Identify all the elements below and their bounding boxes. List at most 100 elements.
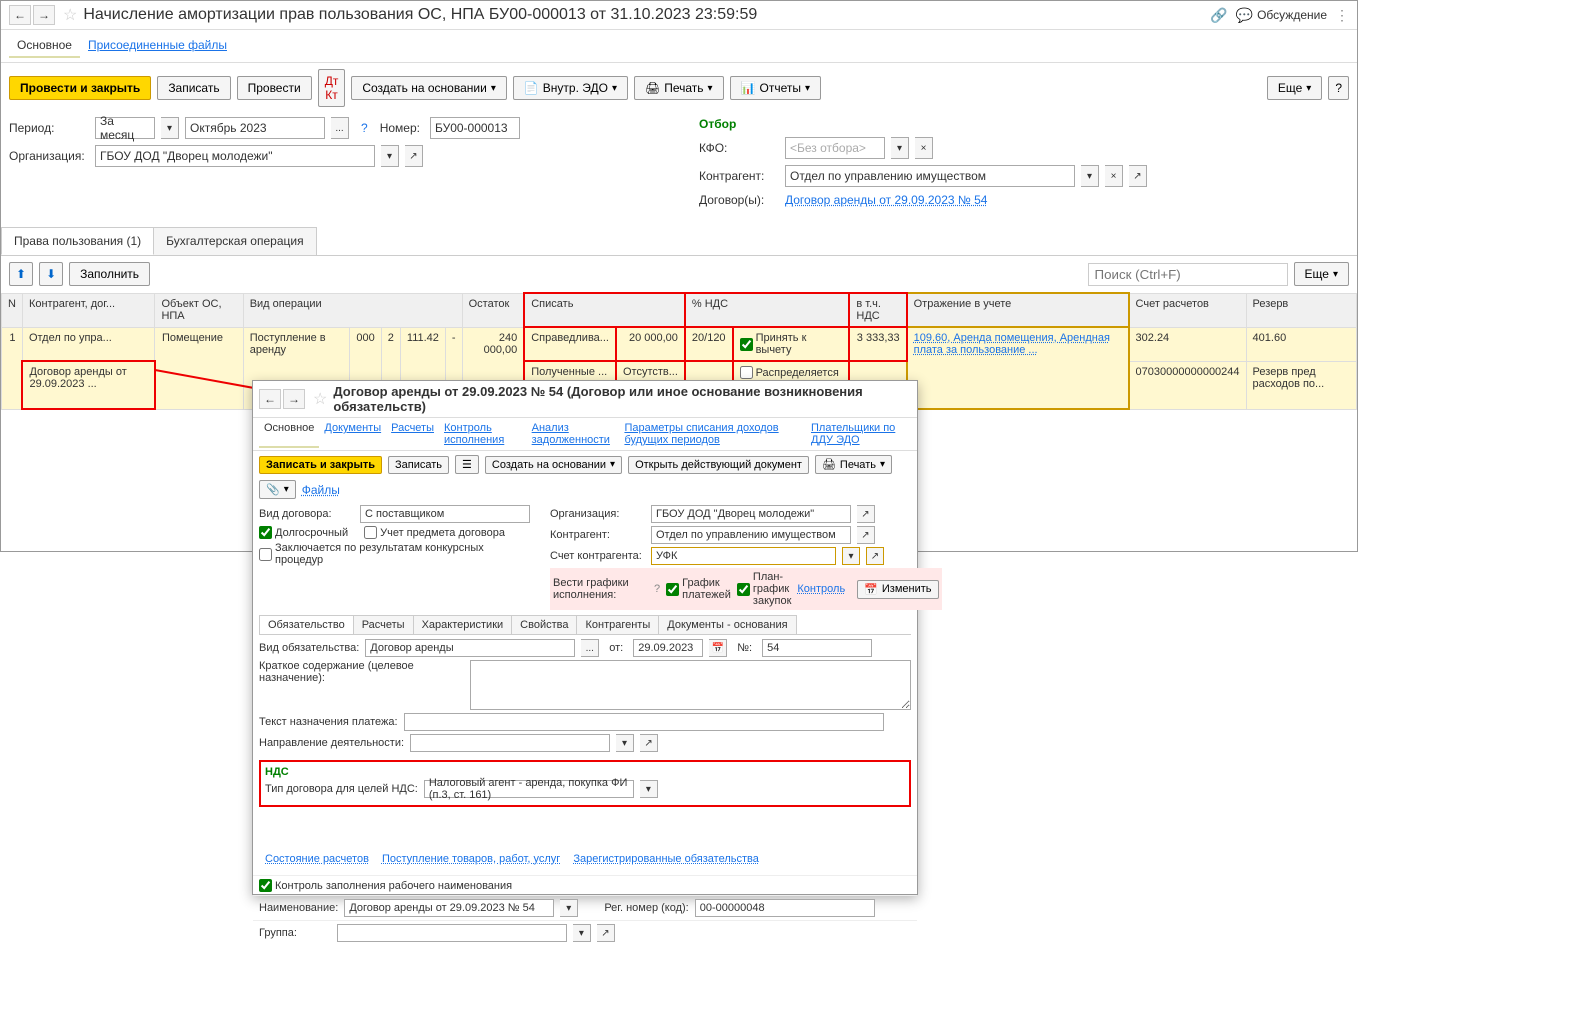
sub-tab-2[interactable]: Расчеты: [386, 420, 439, 448]
sub-print-button[interactable]: 🖨 Печать: [815, 455, 892, 474]
discussion-label[interactable]: Обсуждение: [1257, 8, 1327, 22]
name-dd[interactable]: ▾: [560, 899, 578, 917]
link-receipts[interactable]: Поступление товаров, работ, услуг: [382, 853, 560, 865]
name-control-checkbox[interactable]: [259, 879, 272, 892]
short-desc-textarea[interactable]: [470, 660, 911, 710]
sub-tab-0[interactable]: Основное: [259, 420, 319, 448]
nds-type-dd[interactable]: ▾: [640, 780, 658, 798]
sub-account-input[interactable]: УФК: [651, 547, 836, 565]
sub-tab-1[interactable]: Документы: [319, 420, 386, 448]
from-date-cal-icon[interactable]: 📅: [709, 639, 727, 657]
contractor-clear[interactable]: ×: [1105, 165, 1123, 187]
sub-attach-button[interactable]: 📎: [259, 480, 296, 499]
sub-tab-6[interactable]: Плательщики по ДДУ ЭДО: [806, 420, 911, 448]
post-button[interactable]: Провести: [237, 76, 312, 100]
fill-button[interactable]: Заполнить: [69, 262, 150, 286]
obligation-type-input[interactable]: Договор аренды: [365, 639, 575, 657]
nds-type-input[interactable]: Налоговый агент - аренда, покупка ФИ (п.…: [424, 780, 634, 798]
control-link[interactable]: Контроль: [797, 583, 845, 595]
reports-button[interactable]: 📊 Отчеты: [730, 76, 821, 100]
post-close-button[interactable]: Провести и закрыть: [9, 76, 151, 100]
org-open[interactable]: ↗: [405, 145, 423, 167]
sub-star-icon[interactable]: ☆: [313, 389, 327, 409]
inner-tab-1[interactable]: Расчеты: [353, 615, 414, 634]
distribute-checkbox[interactable]: [740, 366, 753, 379]
col-n[interactable]: N: [2, 293, 23, 327]
link-settlements[interactable]: Состояние расчетов: [265, 853, 369, 865]
cell-accounting[interactable]: 109.60, Аренда помещения, Арендная плата…: [907, 327, 1129, 409]
longterm-checkbox[interactable]: [259, 526, 272, 539]
print-button[interactable]: 🖨 Печать: [634, 76, 724, 100]
period-type-select[interactable]: За месяц: [95, 117, 155, 139]
inner-tab-3[interactable]: Свойства: [511, 615, 577, 634]
period-help-icon[interactable]: ?: [361, 121, 368, 135]
kfo-input[interactable]: <Без отбора>: [785, 137, 885, 159]
table-search-input[interactable]: [1088, 263, 1288, 286]
inner-tab-5[interactable]: Документы - основания: [658, 615, 796, 634]
reg-input[interactable]: 00-00000048: [695, 899, 875, 917]
sub-tab-3[interactable]: Контроль исполнения: [439, 420, 527, 448]
period-type-dd[interactable]: ▾: [161, 117, 179, 139]
inner-tab-4[interactable]: Контрагенты: [576, 615, 659, 634]
name-input[interactable]: Договор аренды от 29.09.2023 № 54: [344, 899, 554, 917]
obligation-type-dd[interactable]: ...: [581, 639, 599, 657]
sub-account-open[interactable]: ↗: [866, 547, 884, 565]
nav-forward-button[interactable]: →: [33, 5, 55, 25]
col-reserve[interactable]: Резерв: [1246, 293, 1356, 327]
dtkt-icon-button[interactable]: ДтКт: [318, 69, 346, 107]
col-incl-vat[interactable]: в т.ч. НДС: [849, 293, 906, 327]
tab-accounting[interactable]: Бухгалтерская операция: [153, 227, 316, 255]
move-up-button[interactable]: ⬆: [9, 262, 33, 286]
period-value-dd[interactable]: ...: [331, 117, 349, 139]
sub-nav-forward[interactable]: →: [283, 389, 305, 409]
favorite-star-icon[interactable]: ☆: [63, 5, 77, 25]
payment-text-input[interactable]: [404, 713, 884, 731]
number-input[interactable]: БУ00-000013: [430, 117, 520, 139]
move-down-button[interactable]: ⬇: [39, 262, 63, 286]
group-dd[interactable]: ▾: [573, 924, 591, 942]
sub-list-icon-button[interactable]: ☰: [455, 455, 479, 474]
sub-tab-5[interactable]: Параметры списания доходов будущих перио…: [619, 420, 806, 448]
sub-files-link[interactable]: Файлы: [302, 483, 340, 497]
sub-org-input[interactable]: ГБОУ ДОД "Дворец молодежи": [651, 505, 851, 523]
table-more-button[interactable]: Еще: [1294, 262, 1349, 286]
inner-tab-0[interactable]: Обязательство: [259, 615, 354, 634]
deduct-checkbox[interactable]: [740, 338, 753, 351]
col-balance[interactable]: Остаток: [462, 293, 524, 327]
col-accounting[interactable]: Отражение в учете: [907, 293, 1129, 327]
competitive-checkbox[interactable]: [259, 548, 272, 561]
sub-contractor-open[interactable]: ↗: [857, 526, 875, 544]
table-row[interactable]: 1 Отдел по упра... Помещение Поступление…: [2, 327, 1357, 361]
kfo-dd[interactable]: ▾: [891, 137, 909, 159]
contractor-input[interactable]: Отдел по управлению имуществом: [785, 165, 1075, 187]
sub-save-close-button[interactable]: Записать и закрыть: [259, 456, 382, 474]
link-icon[interactable]: 🔗: [1210, 7, 1227, 24]
col-writeoff[interactable]: Списать: [524, 293, 685, 327]
activity-dd[interactable]: ▾: [616, 734, 634, 752]
save-button[interactable]: Записать: [157, 76, 230, 100]
discussion-icon[interactable]: 💬: [1236, 7, 1253, 24]
inner-tab-2[interactable]: Характеристики: [413, 615, 513, 634]
schedules-help-icon[interactable]: ?: [654, 583, 660, 595]
link-obligations[interactable]: Зарегистрированные обязательства: [573, 853, 759, 865]
activity-open[interactable]: ↗: [640, 734, 658, 752]
help-button[interactable]: ?: [1328, 76, 1349, 100]
tab-files[interactable]: Присоединенные файлы: [80, 34, 235, 58]
sub-org-open[interactable]: ↗: [857, 505, 875, 523]
from-date-input[interactable]: 29.09.2023: [633, 639, 703, 657]
purchase-plan-checkbox[interactable]: [737, 583, 750, 596]
cell-wo1-chk[interactable]: Принять к вычету: [733, 327, 850, 361]
num-input[interactable]: 54: [762, 639, 872, 657]
create-based-button[interactable]: Создать на основании: [351, 76, 507, 100]
change-button[interactable]: 📅 Изменить: [857, 580, 938, 599]
more-button[interactable]: Еще: [1267, 76, 1322, 100]
sub-nav-back[interactable]: ←: [259, 389, 281, 409]
tab-rights[interactable]: Права пользования (1): [1, 227, 154, 255]
subject-checkbox[interactable]: [364, 526, 377, 539]
contractor-dd[interactable]: ▾: [1081, 165, 1099, 187]
col-object[interactable]: Объект ОС, НПА: [155, 293, 243, 327]
more-menu-icon[interactable]: ⋮: [1335, 7, 1349, 24]
sub-tab-4[interactable]: Анализ задолженности: [527, 420, 620, 448]
col-vat[interactable]: % НДС: [685, 293, 850, 327]
tab-main[interactable]: Основное: [9, 34, 80, 58]
